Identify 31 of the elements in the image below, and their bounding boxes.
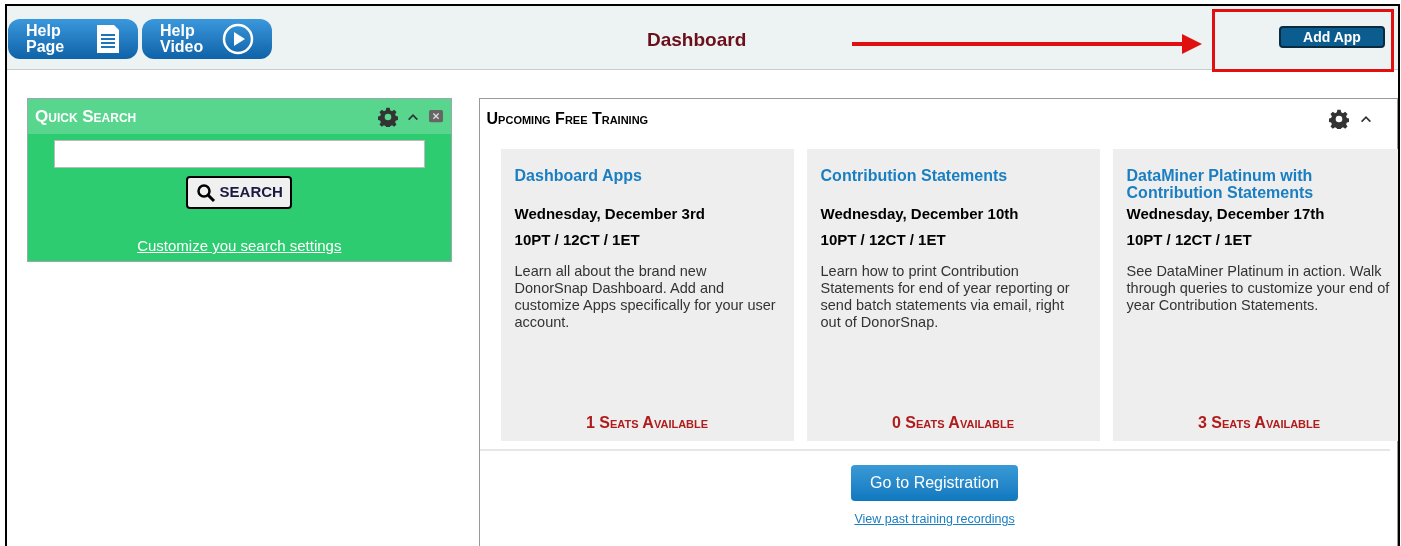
settings-icon[interactable] [377,106,398,127]
seats-available: 1 Seats Available [584,413,710,433]
search-icon [195,182,216,203]
panel-title: Upcoming Free Training [486,109,649,129]
recordings-link[interactable]: View past training recordings [854,510,1015,529]
course-description: See DataMiner Platinum in action. Walk through queries to customize your end of year Contribution Statements. [1126,263,1391,314]
course-title[interactable]: DataMiner Platinum with Contribution Statements [1126,167,1392,203]
help-button[interactable]: Help Page [8,18,138,59]
close-icon[interactable] [427,109,444,124]
course-date: Wednesday, December 3rd [514,204,706,224]
document-icon [96,23,120,54]
registration-button[interactable]: Go to Registration [851,465,1019,501]
play-icon [222,22,254,55]
course-time: 10PT / 12CT / 1ET [820,229,947,250]
search-button[interactable]: SEARCH [186,176,293,209]
settings-icon[interactable] [1329,109,1349,129]
panel-title: Quick Search [35,105,137,128]
course-date: Wednesday, December 10th [820,204,1020,224]
add-app-button[interactable]: Add App [1279,26,1385,48]
course-time: 10PT / 12CT / 1ET [514,229,641,250]
search-field[interactable] [53,140,425,168]
course-date: Wednesday, December 17th [1126,204,1326,224]
course-description: Learn all about the brand new DonorSnap Dashboard. Add and customize Apps specifically for your user account. [514,263,777,331]
help-button[interactable]: Help Video [142,18,272,59]
course-title[interactable]: Dashboard Apps [514,167,780,203]
page-title: Dashboard [647,28,747,52]
course-title[interactable]: Contribution Statements [820,167,1086,203]
seats-available: 0 Seats Available [890,413,1016,433]
seats-available: 3 Seats Available [1196,413,1322,433]
course-time: 10PT / 12CT / 1ET [1126,229,1253,250]
course-description: Learn how to print Contribution Statements for end of year reporting or send batch statements via email, right out of DonorSnap. [820,263,1071,331]
